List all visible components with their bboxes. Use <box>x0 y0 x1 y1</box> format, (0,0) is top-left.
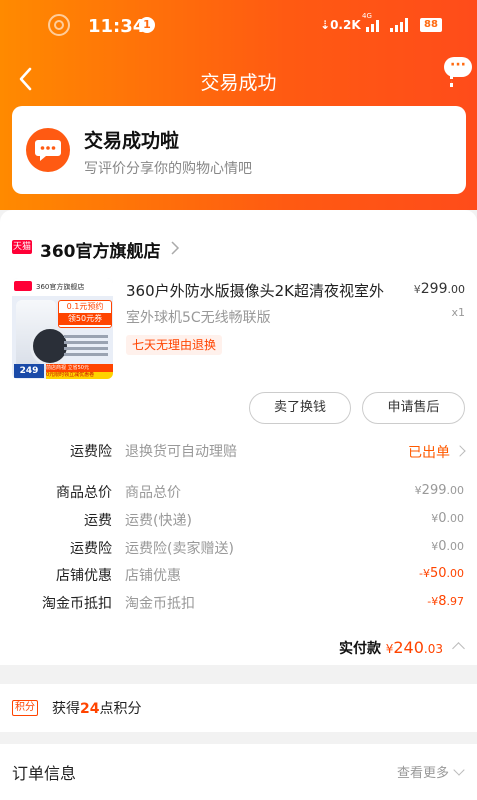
product-image[interactable]: 360官方旗舰店 0.1元预约 领50元券 249 前店商视 立省50元 0元限… <box>12 278 113 379</box>
product-price: ¥299.00 <box>413 281 465 297</box>
chat-bubble-icon <box>444 56 472 77</box>
success-card[interactable]: 交易成功啦 写评价分享你的购物心情吧 <box>12 106 466 194</box>
product-quantity: x1 <box>451 306 465 319</box>
promo-box: 0.1元预约 领50元券 <box>58 300 112 328</box>
image-brand-logo <box>14 281 32 291</box>
status-bar: 11:34 1 ⇣0.2K 4G 88 <box>0 12 477 42</box>
network-speed: ⇣0.2K <box>320 18 361 32</box>
order-info-card: 订单信息 查看更多 <box>0 744 477 800</box>
image-price-tag: 249 <box>14 364 44 378</box>
points-text: 获得24点积分 <box>52 701 142 717</box>
order-info-title: 订单信息 <box>12 764 77 783</box>
chevron-right-icon <box>454 445 466 457</box>
chevron-down-icon <box>453 764 465 776</box>
view-more-button[interactable]: 查看更多 <box>397 762 465 781</box>
points-card: 积分 获得24点积分 <box>0 684 477 732</box>
image-brand-text: 360官方旗舰店 <box>36 283 85 291</box>
review-prompt[interactable]: 写评价分享你的购物心情吧 <box>84 158 252 178</box>
shop-name[interactable]: 360官方旗舰店 <box>40 237 161 262</box>
image-bottom-text: 前店商视 立省50元 <box>46 364 113 372</box>
subtotal-row: 商品总价 商品总价 ¥299.00 <box>56 483 464 501</box>
image-footer-text: 0元限时领立减优惠卷 <box>46 372 113 379</box>
product-title[interactable]: 360户外防水版摄像头2K超清夜视室外 <box>126 280 396 302</box>
signal-strength-icon <box>390 18 412 32</box>
return-policy-tag: 七天无理由退换 <box>126 335 223 355</box>
feature-list <box>64 332 108 359</box>
page-title: 交易成功 <box>200 72 277 94</box>
comment-icon <box>26 128 70 172</box>
shop-order-card: 天猫 360官方旗舰店 360官方旗舰店 0.1元预约 领50元券 249 前店… <box>0 210 477 665</box>
battery-icon: 88 <box>420 18 442 32</box>
app-circle-icon <box>48 14 70 36</box>
network-type-label: 4G <box>362 12 372 20</box>
coin-deduction-row: 淘金币抵扣 淘金币抵扣 -¥8.97 <box>42 594 464 612</box>
store-discount-row: 店铺优惠 店铺优惠 -¥50.00 <box>56 566 464 584</box>
download-arrow-icon: ⇣ <box>320 18 331 32</box>
shipping-insurance-row[interactable]: 运费险 退换货可自动理赔 已出单 <box>0 441 477 463</box>
notification-badge: 1 <box>139 17 155 33</box>
total-paid-row[interactable]: 实付款 ¥240.03 <box>0 638 477 662</box>
chevron-up-icon[interactable] <box>452 642 465 655</box>
product-sku: 室外球机5C无线畅联版 <box>126 310 271 326</box>
more-menu-button[interactable] <box>444 56 474 87</box>
shipping-fee-row: 运费 运费(快递) ¥0.00 <box>84 511 464 529</box>
status-time: 11:34 <box>88 16 146 37</box>
tmall-badge: 天猫 <box>12 240 32 254</box>
success-title: 交易成功啦 <box>84 130 180 152</box>
points-tag: 积分 <box>12 700 38 716</box>
sell-button[interactable]: 卖了换钱 <box>249 392 351 424</box>
signal-4g-icon: 4G <box>362 12 382 32</box>
insurance-fee-row: 运费险 运费险(卖家赠送) ¥0.00 <box>70 539 464 557</box>
after-sale-button[interactable]: 申请售后 <box>362 392 465 424</box>
chevron-right-icon[interactable] <box>170 241 180 255</box>
